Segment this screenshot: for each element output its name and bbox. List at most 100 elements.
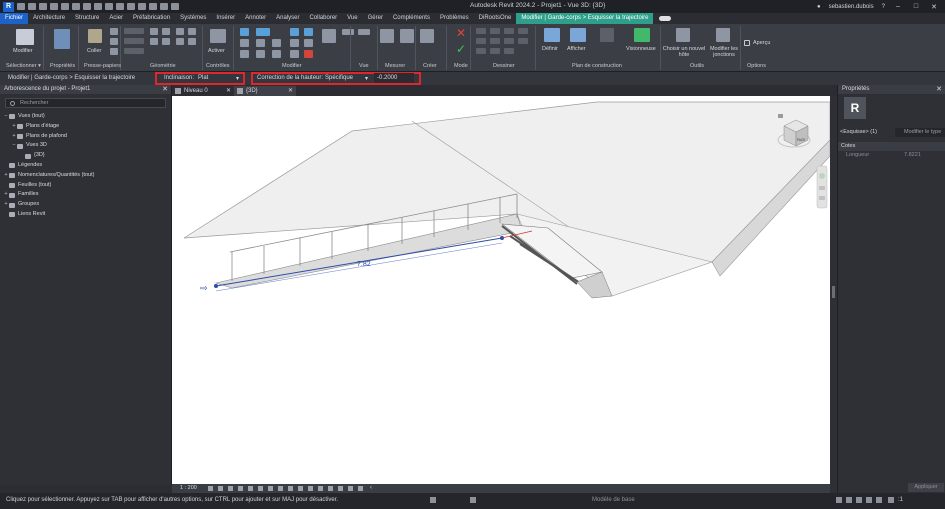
workset-icon[interactable] bbox=[430, 497, 436, 503]
browser-tree-item[interactable]: + Groupes bbox=[0, 200, 171, 210]
selection-count[interactable]: :1 bbox=[898, 497, 903, 503]
select-underlay-icon[interactable] bbox=[846, 497, 852, 503]
pin-icon[interactable] bbox=[304, 39, 313, 47]
tab-acier[interactable]: Acier bbox=[104, 13, 128, 24]
geometry-cut-icon[interactable] bbox=[124, 38, 144, 44]
close-icon[interactable]: ✕ bbox=[936, 85, 942, 94]
geometry-cope-icon[interactable] bbox=[124, 28, 144, 34]
view-icon[interactable] bbox=[322, 29, 336, 43]
activate-controls-icon[interactable] bbox=[210, 29, 226, 43]
split-icon[interactable] bbox=[256, 50, 265, 58]
browser-tree-item[interactable]: + Nomenclatures/Quantités (tout) bbox=[0, 171, 171, 181]
scale-icon[interactable] bbox=[290, 39, 299, 47]
design-option-icon[interactable] bbox=[470, 497, 476, 503]
draw-line-icon[interactable] bbox=[476, 28, 486, 34]
move-icon[interactable] bbox=[240, 39, 249, 47]
geometry-tool-5-icon[interactable] bbox=[176, 28, 184, 35]
geometry-tool-8-icon[interactable] bbox=[188, 38, 196, 45]
print-icon[interactable] bbox=[72, 3, 80, 10]
show-workplane-icon[interactable] bbox=[570, 28, 586, 42]
3d-viewport[interactable]: 7.82 ⇨ FACE bbox=[172, 96, 831, 484]
crop-view-icon[interactable] bbox=[258, 486, 263, 491]
show-crop-icon[interactable] bbox=[268, 486, 273, 491]
panel-selectionner[interactable]: Sélectionner ▾ bbox=[6, 63, 41, 69]
dimension-value[interactable]: 7.82 bbox=[357, 261, 371, 268]
redo-icon[interactable] bbox=[61, 3, 69, 10]
draw-ellipse-icon[interactable] bbox=[490, 48, 500, 54]
set-workplane-icon[interactable] bbox=[544, 28, 560, 42]
tab-inserer[interactable]: Insérer bbox=[211, 13, 240, 24]
visionneuse-button-label[interactable]: Visionneuse bbox=[626, 46, 656, 52]
close-hidden-icon[interactable] bbox=[149, 3, 157, 10]
dimension-icon[interactable] bbox=[94, 3, 102, 10]
save-icon[interactable] bbox=[28, 3, 36, 10]
select-pinned-icon[interactable] bbox=[856, 497, 862, 503]
mirror-axis-icon[interactable] bbox=[290, 28, 299, 36]
minimize-button[interactable]: – bbox=[893, 3, 903, 10]
draw-rectangle-icon[interactable] bbox=[490, 28, 500, 34]
instance-selector-value[interactable]: <Esquisse> (1) bbox=[840, 129, 877, 135]
close-icon[interactable]: ✕ bbox=[288, 86, 293, 96]
vertical-scrollbar[interactable] bbox=[830, 96, 837, 493]
activer-button-label[interactable]: Activer bbox=[208, 48, 225, 54]
paste-icon[interactable] bbox=[88, 29, 102, 43]
viewer-icon[interactable] bbox=[634, 28, 650, 42]
property-group-cotes[interactable]: Cotes bbox=[838, 142, 945, 151]
draw-polygon-icon[interactable] bbox=[504, 28, 514, 34]
mirror-draw-icon[interactable] bbox=[304, 28, 313, 36]
maximize-button[interactable]: □ bbox=[911, 3, 921, 10]
draw-arc-4-icon[interactable] bbox=[518, 38, 528, 44]
visual-style-icon[interactable] bbox=[218, 486, 223, 491]
help-icon[interactable]: ? bbox=[882, 4, 885, 10]
browser-tree-item[interactable]: Feuilles (tout) bbox=[0, 181, 171, 191]
worksharing-icon[interactable] bbox=[308, 486, 313, 491]
user-icon[interactable]: ● bbox=[817, 4, 821, 10]
finish-edit-icon[interactable]: ✓ bbox=[456, 43, 466, 55]
draw-spline-icon[interactable] bbox=[476, 48, 486, 54]
draw-arc-1-icon[interactable] bbox=[476, 38, 486, 44]
pick-lines-icon[interactable] bbox=[504, 48, 514, 54]
geometry-tool-6-icon[interactable] bbox=[188, 28, 196, 35]
draw-arc-3-icon[interactable] bbox=[504, 38, 514, 44]
view-tab-niveau-0[interactable]: Niveau 0 ✕ bbox=[172, 86, 234, 96]
choisir-hote-button-label[interactable]: Choisir un nouvel hôte bbox=[662, 46, 706, 58]
instance-selector[interactable]: <Esquisse> (1) Modifier le type bbox=[840, 128, 945, 137]
thin-lines-icon[interactable] bbox=[138, 3, 146, 10]
tab-annoter[interactable]: Annoter bbox=[240, 13, 271, 24]
view-tab-3d[interactable]: {3D} ✕ bbox=[234, 86, 296, 96]
tab-prefabrication[interactable]: Préfabrication bbox=[128, 13, 175, 24]
trim-icon[interactable] bbox=[240, 50, 249, 58]
browser-search-input[interactable]: Rechercher bbox=[5, 98, 166, 108]
path-endpoint[interactable] bbox=[214, 284, 218, 288]
close-icon[interactable]: ✕ bbox=[162, 85, 168, 94]
temp-hide-icon[interactable] bbox=[288, 486, 293, 491]
tab-analyser[interactable]: Analyser bbox=[271, 13, 304, 24]
3d-view-icon[interactable] bbox=[116, 3, 124, 10]
ref-plane-icon[interactable] bbox=[600, 28, 614, 42]
browser-tree-item[interactable]: + Familles bbox=[0, 190, 171, 200]
height-offset-input[interactable]: -0.2000 bbox=[374, 73, 414, 83]
undo-icon[interactable] bbox=[50, 3, 58, 10]
select-by-face-icon[interactable] bbox=[866, 497, 872, 503]
rotate-icon[interactable] bbox=[272, 39, 281, 47]
customize-qat-icon[interactable] bbox=[171, 3, 179, 10]
align-icon[interactable] bbox=[240, 28, 249, 36]
pan-icon[interactable] bbox=[819, 196, 825, 200]
revit-logo-icon[interactable]: R bbox=[3, 1, 14, 12]
draw-circle-icon[interactable] bbox=[518, 28, 528, 34]
tab-architecture[interactable]: Architecture bbox=[28, 13, 70, 24]
coller-button-label[interactable]: Coller bbox=[87, 48, 101, 54]
draw-arc-2-icon[interactable] bbox=[490, 38, 500, 44]
geometry-tool-2-icon[interactable] bbox=[162, 28, 170, 35]
cut-icon[interactable] bbox=[110, 28, 118, 35]
inclinaison-select[interactable]: Plat bbox=[198, 75, 208, 81]
measure-icon[interactable] bbox=[83, 3, 91, 10]
pick-host-icon[interactable] bbox=[676, 28, 690, 42]
tab-dirootsone[interactable]: DiRootsOne bbox=[474, 13, 517, 24]
unpin-icon[interactable] bbox=[290, 50, 299, 58]
lock-view-icon[interactable] bbox=[278, 486, 283, 491]
match-icon[interactable] bbox=[110, 48, 118, 55]
tab-structure[interactable]: Structure bbox=[70, 13, 104, 24]
afficher-button-label[interactable]: Afficher bbox=[567, 46, 586, 52]
ribbon-toggle-icon[interactable] bbox=[659, 16, 672, 21]
